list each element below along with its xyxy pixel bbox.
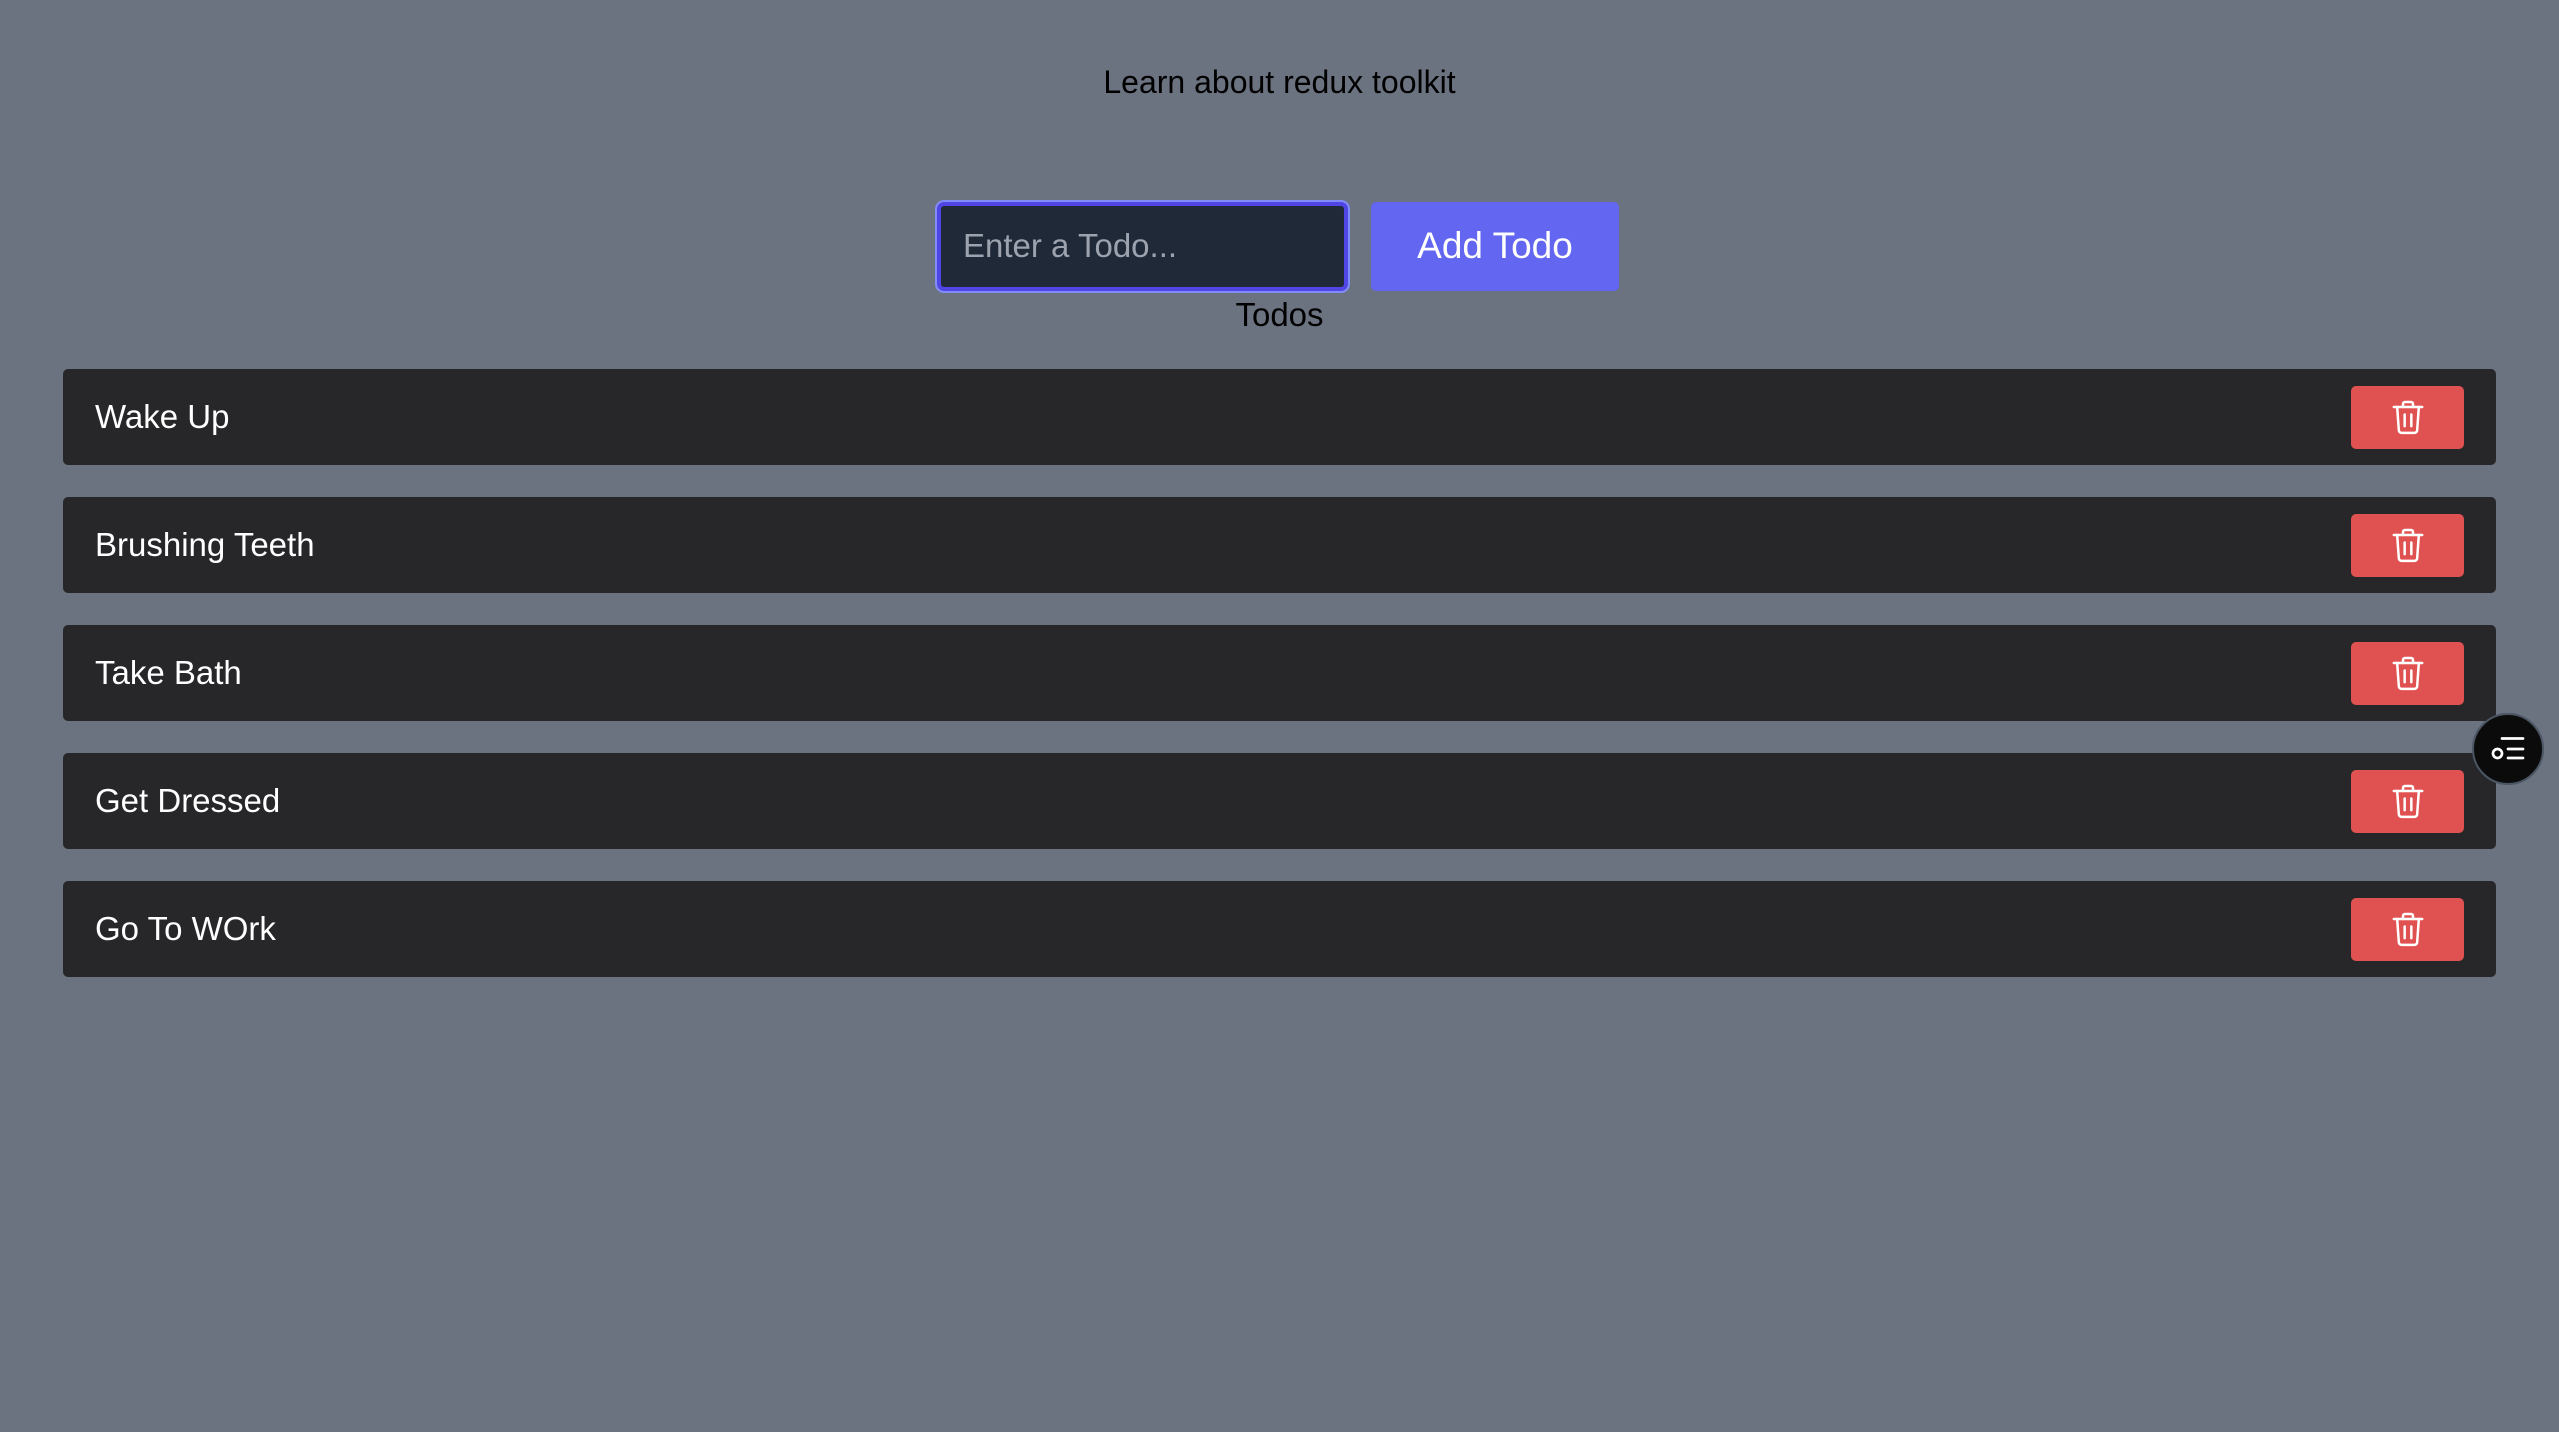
add-todo-button[interactable]: Add Todo [1371,201,1619,291]
devtools-toggle-icon [2491,737,2525,760]
todo-item: Brushing Teeth [63,497,2496,593]
delete-todo-button[interactable] [2351,897,2464,961]
add-todo-form: Add Todo [935,199,1619,293]
todo-list: Wake Up Brushing Teeth Take Bath Get Dre… [63,369,2496,1009]
delete-todo-button[interactable] [2351,385,2464,449]
todo-item: Go To WOrk [63,881,2496,977]
delete-todo-button[interactable] [2351,513,2464,577]
todo-text: Get Dressed [95,782,281,819]
todo-text: Go To WOrk [95,910,276,947]
todos-heading: Todos [1235,296,1324,333]
todo-item: Take Bath [63,625,2496,721]
trash-icon [2392,912,2423,947]
trash-icon [2392,656,2423,691]
trash-icon [2392,784,2423,819]
todo-item: Wake Up [63,369,2496,465]
page-title: Learn about redux toolkit [1103,64,1456,100]
todo-item: Get Dressed [63,753,2496,849]
todo-text: Brushing Teeth [95,526,315,563]
todo-text: Take Bath [95,654,242,691]
trash-icon [2392,400,2423,435]
todo-text: Wake Up [95,398,230,435]
delete-todo-button[interactable] [2351,769,2464,833]
trash-icon [2392,528,2423,563]
todo-input[interactable] [935,199,1350,293]
delete-todo-button[interactable] [2351,641,2464,705]
devtools-toggle-button[interactable] [2472,713,2544,785]
